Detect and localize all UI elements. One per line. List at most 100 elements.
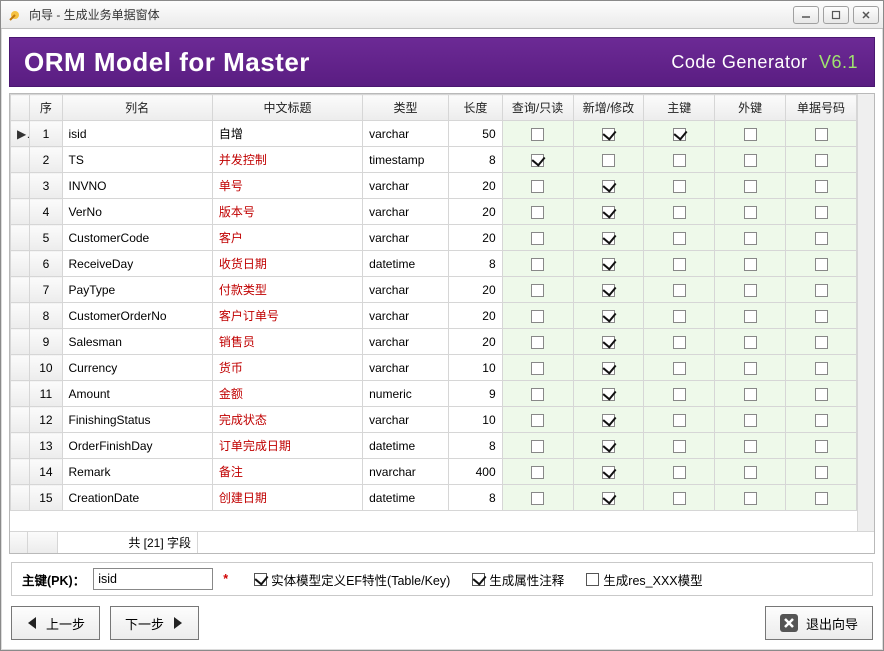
cell-fk[interactable] [715,199,786,225]
cell-fk[interactable] [715,225,786,251]
cell-fk[interactable] [715,173,786,199]
cell-docno[interactable] [786,121,857,147]
cell-docno[interactable] [786,433,857,459]
cell-type[interactable]: datetime [363,251,449,277]
table-row[interactable]: 9Salesman销售员varchar20 [11,329,857,355]
cell-addmod[interactable] [573,381,644,407]
cell-len[interactable]: 8 [448,433,502,459]
cell-addmod[interactable] [573,433,644,459]
table-row[interactable]: 5CustomerCode客户varchar20 [11,225,857,251]
cell-query[interactable] [502,199,573,225]
cell-query[interactable] [502,173,573,199]
cell-cn[interactable]: 创建日期 [212,485,362,511]
col-docno[interactable]: 单据号码 [786,95,857,121]
table-row[interactable]: 11Amount金额numeric9 [11,381,857,407]
opt-property-comments[interactable]: 生成属性注释 [472,570,564,589]
cell-len[interactable]: 8 [448,485,502,511]
cell-query[interactable] [502,407,573,433]
cell-addmod[interactable] [573,485,644,511]
col-query[interactable]: 查询/只读 [502,95,573,121]
cell-type[interactable]: varchar [363,225,449,251]
cell-docno[interactable] [786,303,857,329]
cell-len[interactable]: 10 [448,407,502,433]
cell-addmod[interactable] [573,147,644,173]
cell-pk[interactable] [644,407,715,433]
cell-pk[interactable] [644,277,715,303]
cell-name[interactable]: FinishingStatus [62,407,212,433]
cell-len[interactable]: 20 [448,225,502,251]
cell-name[interactable]: Currency [62,355,212,381]
col-cn[interactable]: 中文标题 [212,95,362,121]
cell-cn[interactable]: 备注 [212,459,362,485]
cell-fk[interactable] [715,329,786,355]
cell-name[interactable]: Amount [62,381,212,407]
cell-type[interactable]: varchar [363,199,449,225]
cell-pk[interactable] [644,433,715,459]
cell-type[interactable]: varchar [363,173,449,199]
cell-fk[interactable] [715,277,786,303]
cell-docno[interactable] [786,147,857,173]
cell-type[interactable]: varchar [363,277,449,303]
cell-query[interactable] [502,147,573,173]
cell-addmod[interactable] [573,173,644,199]
cell-type[interactable]: timestamp [363,147,449,173]
cell-cn[interactable]: 版本号 [212,199,362,225]
cell-cn[interactable]: 付款类型 [212,277,362,303]
cell-addmod[interactable] [573,329,644,355]
cell-type[interactable]: numeric [363,381,449,407]
cell-fk[interactable] [715,121,786,147]
cell-len[interactable]: 20 [448,173,502,199]
col-addmod[interactable]: 新增/修改 [573,95,644,121]
cell-pk[interactable] [644,199,715,225]
cell-pk[interactable] [644,173,715,199]
cell-name[interactable]: isid [62,121,212,147]
cell-name[interactable]: CustomerOrderNo [62,303,212,329]
col-len[interactable]: 长度 [448,95,502,121]
close-button[interactable] [853,6,879,24]
cell-addmod[interactable] [573,251,644,277]
table-row[interactable]: 12FinishingStatus完成状态varchar10 [11,407,857,433]
cell-docno[interactable] [786,251,857,277]
cell-len[interactable]: 20 [448,303,502,329]
cell-query[interactable] [502,303,573,329]
cell-type[interactable]: datetime [363,433,449,459]
cell-fk[interactable] [715,381,786,407]
col-fk[interactable]: 外键 [715,95,786,121]
cell-addmod[interactable] [573,355,644,381]
cell-addmod[interactable] [573,459,644,485]
cell-addmod[interactable] [573,199,644,225]
cell-pk[interactable] [644,459,715,485]
minimize-button[interactable] [793,6,819,24]
table-row[interactable]: 7PayType付款类型varchar20 [11,277,857,303]
col-marker[interactable] [11,95,30,121]
cell-docno[interactable] [786,459,857,485]
col-seq[interactable]: 序 [30,95,62,121]
cell-fk[interactable] [715,433,786,459]
cell-docno[interactable] [786,485,857,511]
vertical-scrollbar[interactable] [857,94,874,531]
cell-pk[interactable] [644,121,715,147]
col-name[interactable]: 列名 [62,95,212,121]
opt-ef-attributes[interactable]: 实体模型定义EF特性(Table/Key) [254,570,450,589]
cell-type[interactable]: varchar [363,355,449,381]
cell-pk[interactable] [644,381,715,407]
cell-pk[interactable] [644,329,715,355]
cell-name[interactable]: CustomerCode [62,225,212,251]
cell-addmod[interactable] [573,407,644,433]
cell-len[interactable]: 9 [448,381,502,407]
cell-name[interactable]: Remark [62,459,212,485]
cell-pk[interactable] [644,355,715,381]
cell-query[interactable] [502,433,573,459]
cell-name[interactable]: INVNO [62,173,212,199]
cell-cn[interactable]: 订单完成日期 [212,433,362,459]
exit-button[interactable]: 退出向导 [765,606,873,640]
cell-query[interactable] [502,459,573,485]
cell-len[interactable]: 8 [448,251,502,277]
cell-name[interactable]: ReceiveDay [62,251,212,277]
cell-len[interactable]: 50 [448,121,502,147]
cell-len[interactable]: 20 [448,329,502,355]
cell-docno[interactable] [786,355,857,381]
cell-name[interactable]: CreationDate [62,485,212,511]
cell-cn[interactable]: 完成状态 [212,407,362,433]
cell-query[interactable] [502,225,573,251]
